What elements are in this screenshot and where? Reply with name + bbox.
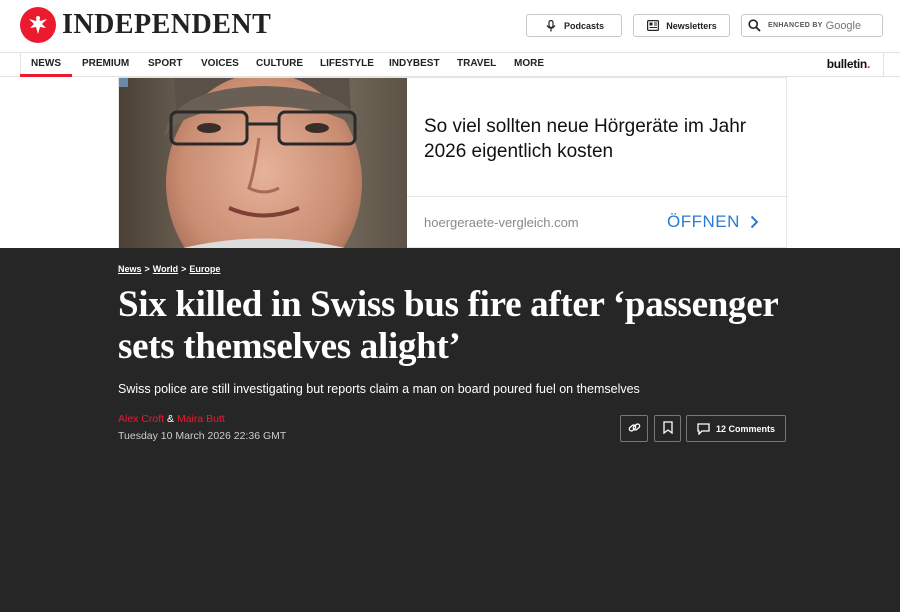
ad-divider — [407, 196, 788, 197]
breadcrumb-separator: > — [181, 264, 187, 274]
nav-item-travel[interactable]: TRAVEL — [457, 53, 496, 77]
search-box[interactable]: ENHANCED BY Google — [741, 14, 883, 37]
newsletters-button[interactable]: Newsletters — [633, 14, 730, 37]
article-standfirst: Swiss police are still investigating but… — [118, 382, 640, 396]
nav-item-news[interactable]: NEWS — [20, 53, 72, 77]
search-google-label: Google — [825, 19, 862, 32]
nav-divider — [883, 53, 884, 77]
nav-item-voices[interactable]: VOICES — [201, 53, 239, 77]
nav-item-more[interactable]: MORE — [514, 53, 544, 77]
article-headline: Six killed in Swiss bus fire after ‘pass… — [118, 284, 778, 367]
ad-photo[interactable] — [119, 78, 407, 249]
bulletin-label: bulletin — [826, 57, 868, 71]
bookmark-button[interactable] — [654, 415, 681, 442]
advertisement[interactable]: So viel sollten neue Hörgeräte im Jahr 2… — [118, 77, 788, 249]
byline: Alex Croft & Maira Butt — [118, 413, 225, 425]
logo-wordmark: INDEPENDENT — [62, 9, 272, 40]
eagle-logo-icon — [20, 7, 56, 43]
section-nav: NEWS PREMIUM SPORT VOICES CULTURE LIFEST… — [0, 52, 900, 77]
link-icon — [628, 421, 641, 436]
breadcrumb-world[interactable]: World — [153, 264, 178, 274]
author-link[interactable]: Alex Croft — [118, 413, 164, 425]
comments-label: 12 Comments — [715, 423, 776, 434]
author-joiner: & — [167, 413, 175, 425]
nav-item-sport[interactable]: SPORT — [148, 53, 182, 77]
search-enhanced-label: ENHANCED BY — [768, 22, 823, 29]
nav-item-indybest[interactable]: INDYBEST — [389, 53, 440, 77]
breadcrumb-news[interactable]: News — [118, 264, 142, 274]
newsletters-label: Newsletters — [666, 20, 717, 31]
chevron-right-icon — [750, 215, 759, 229]
nav-item-premium[interactable]: PREMIUM — [82, 53, 129, 77]
bulletin-dot: . — [866, 57, 870, 71]
ad-choices-icon[interactable] — [119, 78, 128, 87]
breadcrumb-separator: > — [144, 264, 150, 274]
comments-button[interactable]: 12 Comments — [686, 415, 786, 442]
ad-open-button[interactable]: ÖFFNEN — [667, 212, 759, 232]
ad-open-label: ÖFFNEN — [667, 212, 740, 231]
site-logo[interactable]: INDEPENDENT — [20, 7, 271, 43]
ad-headline[interactable]: So viel sollten neue Hörgeräte im Jahr 2… — [424, 114, 764, 164]
search-icon[interactable] — [748, 18, 762, 33]
newsletter-icon — [646, 19, 660, 33]
bulletin-link[interactable]: bulletin. — [826, 57, 871, 71]
site-header: INDEPENDENT Podcasts Newsletters ENHANCE… — [0, 0, 900, 52]
article-header: News > World > Europe Six killed in Swiss bu… — [0, 248, 900, 612]
publish-date: Tuesday 10 March 2026 22:36 GMT — [118, 430, 287, 442]
podcasts-label: Podcasts — [563, 20, 605, 31]
microphone-icon — [544, 19, 558, 33]
breadcrumb: News > World > Europe — [118, 264, 220, 274]
comment-icon — [697, 422, 710, 435]
ad-domain: hoergeraete-vergleich.com — [424, 215, 579, 230]
copy-link-button[interactable] — [620, 415, 648, 442]
nav-item-culture[interactable]: CULTURE — [256, 53, 303, 77]
podcasts-button[interactable]: Podcasts — [526, 14, 622, 37]
author-link[interactable]: Maira Butt — [177, 413, 225, 425]
bookmark-icon — [662, 421, 673, 436]
nav-item-lifestyle[interactable]: LIFESTYLE — [320, 53, 374, 77]
breadcrumb-europe[interactable]: Europe — [189, 264, 220, 274]
